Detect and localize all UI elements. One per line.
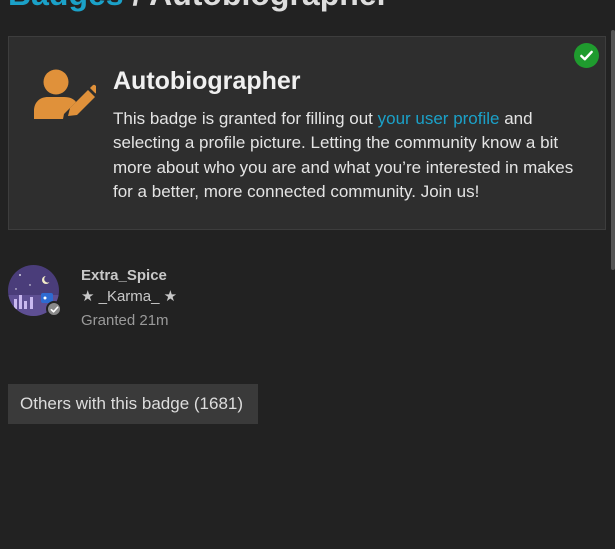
badge-grant-entry: Extra_Spice ★ _Karma_ ★ Granted 21m [8,265,308,335]
badge-card: Autobiographer This badge is granted for… [8,36,606,230]
badge-page: Badges / Autobiographer Autobiographer T… [0,0,615,549]
flair-check-icon [46,301,62,317]
badge-description-text: This badge is granted for filling out [113,109,378,128]
username-link[interactable]: Extra_Spice [81,267,167,284]
badge-title: Autobiographer [113,67,301,95]
scrollbar-thumb[interactable] [611,30,615,270]
breadcrumb-badges-link[interactable]: Badges [8,0,124,12]
scrollbar[interactable] [611,0,615,549]
badge-description: This badge is granted for filling out yo… [113,107,583,204]
breadcrumb-current: Autobiographer [149,0,389,12]
user-edit-icon [34,69,96,119]
breadcrumb: Badges / Autobiographer [8,0,389,10]
user-profile-link[interactable]: your user profile [378,109,500,128]
breadcrumb-separator: / [132,0,141,12]
granted-timestamp: Granted 21m [81,312,169,329]
check-circle-icon [574,43,599,68]
user-title: ★ _Karma_ ★ [81,288,178,305]
others-with-badge-button[interactable]: Others with this badge (1681) [8,384,258,424]
